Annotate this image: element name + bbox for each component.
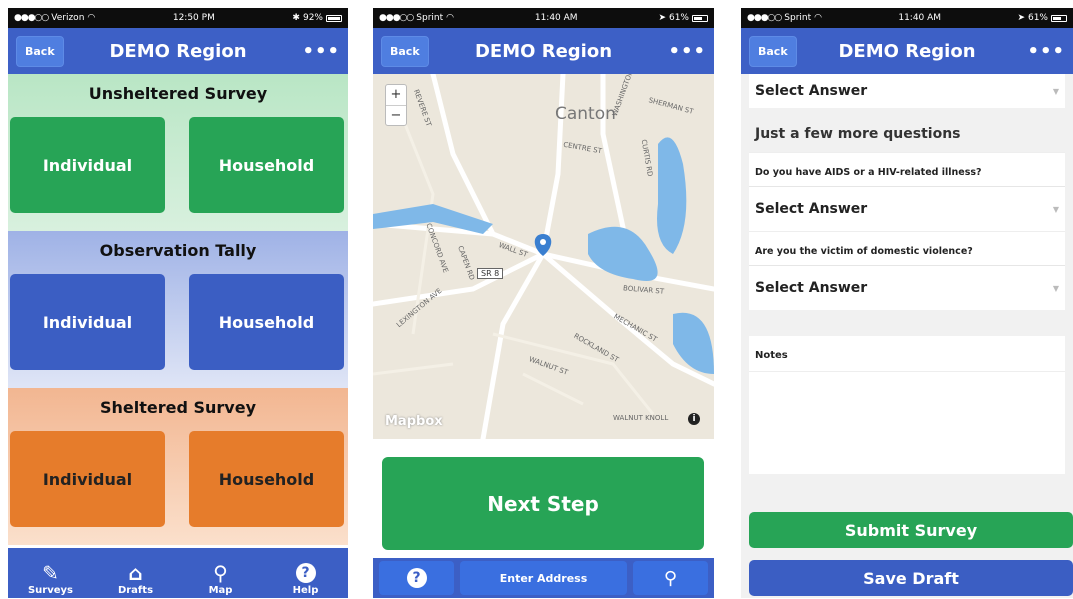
status-time: 11:40 AM xyxy=(898,13,942,23)
tab-drafts[interactable]: ⌂ Drafts xyxy=(106,561,166,596)
location-icon: ➤ xyxy=(1017,13,1025,23)
sheltered-household-button[interactable]: Household xyxy=(189,431,344,527)
form-scroll[interactable]: Select Answer ▼ Just a few more question… xyxy=(741,74,1073,474)
zoom-in-button[interactable]: + xyxy=(386,85,406,105)
zoom-control: + − xyxy=(385,84,407,126)
tab-label: Map xyxy=(208,585,233,596)
battery-label: 61% xyxy=(668,13,689,23)
sheltered-survey-section: Sheltered Survey Individual Household xyxy=(8,388,348,545)
tab-surveys[interactable]: ✎ Surveys xyxy=(21,561,81,596)
signal-icon: ●●●○○ xyxy=(747,13,782,23)
question-label: Do you have AIDS or a HIV-related illnes… xyxy=(749,152,1065,186)
battery-icon xyxy=(325,14,342,22)
section-title: Observation Tally xyxy=(99,241,257,260)
unsheltered-individual-button[interactable]: Individual xyxy=(10,117,165,213)
answer-select[interactable]: Select Answer ▼ xyxy=(749,74,1065,108)
aids-answer-select[interactable]: Select Answer ▼ xyxy=(749,187,1065,231)
observation-individual-button[interactable]: Individual xyxy=(10,274,165,370)
unsheltered-survey-section: Unsheltered Survey Individual Household xyxy=(8,74,348,231)
carrier-label: Sprint xyxy=(416,13,444,23)
question-label: Are you the victim of domestic violence? xyxy=(749,231,1065,265)
nav-bar: Back DEMO Region ••• xyxy=(741,28,1073,74)
signal-icon: ●●●○○ xyxy=(14,13,49,23)
tab-label: Surveys xyxy=(27,585,74,596)
chevron-down-icon: ▼ xyxy=(1052,283,1059,293)
chevron-down-icon: ▼ xyxy=(1052,86,1059,96)
enter-address-button[interactable]: Enter Address xyxy=(460,561,627,595)
wifi-icon: ◠ xyxy=(87,13,96,23)
map-view[interactable]: + − Canton WASHINGTON ST SHERMAN ST CENT… xyxy=(373,74,714,439)
map-roads xyxy=(373,74,714,439)
more-icon[interactable]: ••• xyxy=(1027,41,1065,62)
wifi-icon: ◠ xyxy=(814,13,822,23)
section-title: Unsheltered Survey xyxy=(88,84,268,103)
inbox-icon: ⌂ xyxy=(128,561,143,585)
select-value: Select Answer xyxy=(755,280,868,296)
map-pin-icon: ⚲ xyxy=(213,561,228,585)
observation-household-button[interactable]: Household xyxy=(189,274,344,370)
help-icon: ? xyxy=(295,563,316,583)
bottom-toolbar: ? Enter Address ⚲ xyxy=(373,558,714,598)
route-badge: SR 8 xyxy=(477,268,504,279)
back-button[interactable]: Back xyxy=(749,35,797,67)
observation-tally-section: Observation Tally Individual Household xyxy=(8,231,348,388)
notes-card: Notes xyxy=(749,336,1065,474)
unsheltered-household-button[interactable]: Household xyxy=(189,117,344,213)
group-title: Just a few more questions xyxy=(755,126,961,142)
tab-help[interactable]: ? Help xyxy=(276,561,336,596)
notes-label: Notes xyxy=(749,336,1065,372)
signal-icon: ●●●○○ xyxy=(379,13,414,23)
chevron-down-icon: ▼ xyxy=(1052,204,1059,214)
screen-survey-form: ●●●○○ Sprint ◠ 11:40 AM ➤ 61% Back DEMO Reg… xyxy=(741,8,1073,598)
tab-label: Drafts xyxy=(117,585,154,596)
map-pin-icon: ⚲ xyxy=(663,567,678,589)
screen-survey-menu: ●●●○○ Verizon ◠ 12:50 PM ✱ 92% Back DEMO Re… xyxy=(8,8,348,598)
status-bar: ●●●○○ Verizon ◠ 12:50 PM ✱ 92% xyxy=(8,8,348,28)
help-button[interactable]: ? xyxy=(379,561,454,595)
back-button[interactable]: Back xyxy=(381,35,429,67)
battery-label: 61% xyxy=(1027,13,1048,23)
battery-icon xyxy=(1051,14,1067,22)
sheltered-individual-button[interactable]: Individual xyxy=(10,431,165,527)
domestic-violence-answer-select[interactable]: Select Answer ▼ xyxy=(749,266,1065,310)
section-title: Sheltered Survey xyxy=(99,398,257,417)
street-label: WALNUT KNOLL xyxy=(613,414,669,422)
nav-bar: Back DEMO Region ••• xyxy=(8,28,348,74)
save-draft-button[interactable]: Save Draft xyxy=(749,560,1073,596)
help-icon: ? xyxy=(406,568,427,588)
submit-survey-button[interactable]: Submit Survey xyxy=(749,512,1073,548)
info-icon[interactable]: i xyxy=(688,413,700,425)
select-value: Select Answer xyxy=(755,83,868,99)
more-icon[interactable]: ••• xyxy=(668,41,706,62)
notes-textarea[interactable] xyxy=(749,372,1065,472)
status-time: 12:50 PM xyxy=(172,13,215,23)
back-button[interactable]: Back xyxy=(16,35,64,67)
zoom-out-button[interactable]: − xyxy=(386,105,406,125)
carrier-label: Verizon xyxy=(51,13,85,23)
bluetooth-icon: ✱ xyxy=(292,13,300,23)
locate-button[interactable]: ⚲ xyxy=(633,561,708,595)
map-city-label: Canton xyxy=(555,104,616,124)
status-bar: ●●●○○ Sprint ◠ 11:40 AM ➤ 61% xyxy=(741,8,1073,28)
carrier-label: Sprint xyxy=(784,13,812,23)
tab-map[interactable]: ⚲ Map xyxy=(191,561,251,596)
select-value: Select Answer xyxy=(755,201,868,217)
tab-label: Help xyxy=(292,585,319,596)
more-icon[interactable]: ••• xyxy=(302,41,340,62)
edit-icon: ✎ xyxy=(42,561,59,585)
nav-bar: Back DEMO Region ••• xyxy=(373,28,714,74)
screen-map: ●●●○○ Sprint ◠ 11:40 AM ➤ 61% Back DEMO Reg… xyxy=(373,8,714,598)
status-time: 11:40 AM xyxy=(534,13,578,23)
tab-bar: ✎ Surveys ⌂ Drafts ⚲ Map ? Help xyxy=(8,548,348,598)
battery-label: 92% xyxy=(302,13,323,23)
location-icon: ➤ xyxy=(658,13,666,23)
next-step-button[interactable]: Next Step xyxy=(382,457,704,550)
status-bar: ●●●○○ Sprint ◠ 11:40 AM ➤ 61% xyxy=(373,8,714,28)
battery-icon xyxy=(692,14,708,22)
wifi-icon: ◠ xyxy=(446,13,454,23)
mapbox-logo: Mapbox xyxy=(385,414,443,429)
